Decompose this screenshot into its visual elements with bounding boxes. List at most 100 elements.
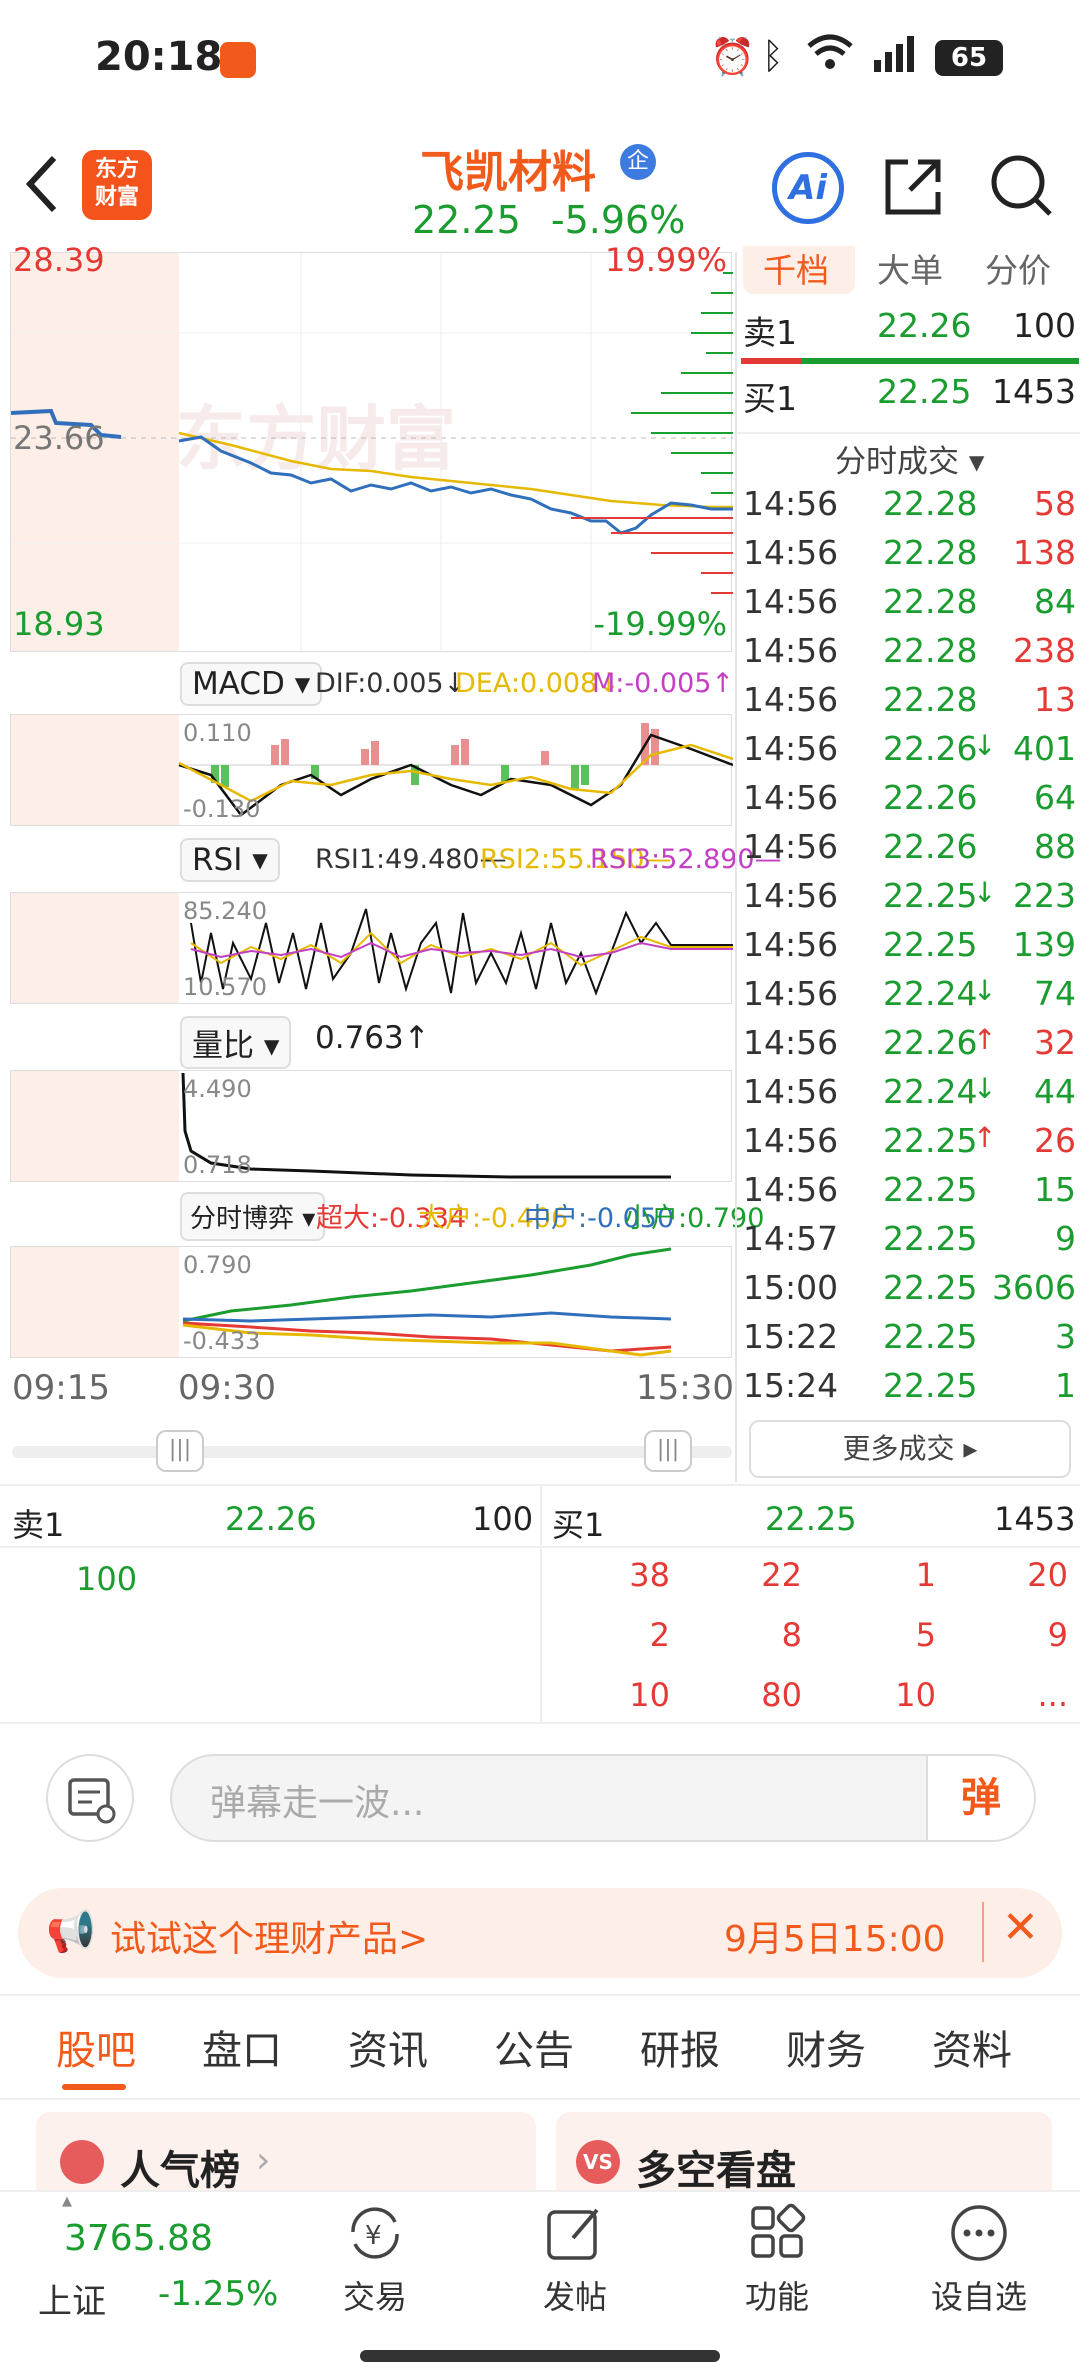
trade-price: 22.28 — [883, 533, 978, 572]
trade-time: 14:56 — [743, 876, 839, 915]
nav-function-label: 功能 — [744, 2278, 809, 2316]
trade-qty: 238 — [1013, 631, 1076, 670]
nav-function[interactable]: 功能 — [712, 2202, 842, 2318]
danmu-input[interactable]: 弹幕走一波... 弹 — [170, 1754, 1036, 1842]
macd-bottom-tick: -0.130 — [183, 795, 261, 823]
tab-2[interactable]: 资讯 — [348, 2018, 428, 2076]
index-change[interactable]: -1.25% — [158, 2274, 278, 2314]
rsi-selector-label: RSI — [192, 842, 243, 878]
trade-price: 22.28 — [883, 631, 978, 670]
long-short-title: 多空看盘 — [636, 2148, 796, 2194]
tab-fenjia[interactable]: 分价 — [985, 244, 1051, 292]
ob-buy-detail-cell: 9 — [1047, 1616, 1068, 1654]
game-top-tick: 0.790 — [183, 1251, 252, 1279]
ob-buy-price: 22.25 — [765, 1500, 857, 1538]
share-icon[interactable] — [880, 154, 946, 224]
logo-top-text: 东方 — [94, 157, 139, 182]
order-ratio-bar — [741, 358, 1079, 364]
price-chart-panel[interactable]: 东方财富 28.39 23.66 18.93 19.99% -19.99% — [10, 241, 733, 653]
tab-qiandang[interactable]: 千档 — [763, 244, 829, 292]
trade-price: 22.26 — [883, 778, 978, 817]
tab-0[interactable]: 股吧 — [56, 2018, 136, 2076]
ob-buy-detail-cell: 2 — [649, 1616, 670, 1654]
rsi-selector[interactable]: RSI ▾ — [180, 838, 280, 882]
trade-time: 14:56 — [743, 1170, 839, 1209]
tab-4[interactable]: 研报 — [640, 2018, 720, 2076]
ai-icon[interactable]: Ai — [772, 152, 844, 224]
long-short-card[interactable]: VS 多空看盘 — [556, 2112, 1052, 2202]
close-icon[interactable]: ✕ — [1002, 1902, 1039, 1953]
danmu-settings-button[interactable] — [46, 1754, 134, 1842]
back-button[interactable] — [22, 154, 62, 218]
danmu-send-button[interactable]: 弹 — [926, 1756, 1034, 1840]
tab-3[interactable]: 公告 — [494, 2018, 574, 2076]
promo-banner[interactable]: 📢 试试这个理财产品> 9月5日15:00 ✕ — [18, 1888, 1062, 1978]
trade-qty: 1 — [1055, 1366, 1076, 1405]
trade-time: 15:00 — [743, 1268, 839, 1307]
nav-post[interactable]: 发帖 — [510, 2202, 640, 2318]
trade-row: 14:56 22.28 58 — [737, 484, 1080, 533]
right-sell1-price: 22.26 — [877, 306, 972, 345]
trade-direction-icon: ↓ — [973, 1072, 997, 1105]
ob-buy-detail-cell: 10 — [895, 1676, 936, 1714]
trade-row: 15:22 22.25 3 — [737, 1317, 1080, 1366]
macd-selector[interactable]: MACD ▾ — [180, 662, 323, 706]
index-name[interactable]: 上证 — [38, 2274, 106, 2323]
tab-5[interactable]: 财务 — [786, 2018, 866, 2076]
trade-row: 14:56 22.28 13 — [737, 680, 1080, 729]
pct-high-label: 19.99% — [604, 241, 727, 279]
trade-row: 14:57 22.25 9 — [737, 1219, 1080, 1268]
range-slider-right-handle[interactable]: ||| — [644, 1430, 692, 1472]
trade-row: 14:56 22.24 ↓ 74 — [737, 974, 1080, 1023]
search-icon[interactable] — [988, 152, 1054, 222]
nav-watchlist[interactable]: 设自选 — [914, 2202, 1044, 2318]
trades-title[interactable]: 分时成交 ▾ — [835, 436, 984, 481]
trade-direction-icon: ↓ — [973, 974, 997, 1007]
macd-dif: DIF:0.005↓ — [315, 668, 467, 699]
trade-qty: 401 — [1013, 729, 1076, 768]
tab-1[interactable]: 盘口 — [202, 2018, 282, 2076]
more-trades-button[interactable]: 更多成交 ▸ — [749, 1420, 1071, 1478]
trade-time: 14:56 — [743, 1023, 839, 1062]
rsi-top-tick: 85.240 — [183, 897, 267, 925]
popularity-card[interactable]: 人气榜 › — [36, 2112, 536, 2202]
promo-text: 试试这个理财产品> — [110, 1919, 429, 1960]
range-slider-left-handle[interactable]: ||| — [156, 1430, 204, 1472]
trade-qty: 9 — [1055, 1219, 1076, 1258]
trade-qty: 3606 — [992, 1268, 1076, 1307]
tabs-bottom-divider — [0, 2098, 1080, 2100]
right-buy1-row: 买1 22.25 1453 — [737, 372, 1080, 421]
trade-row: 14:56 22.26 64 — [737, 778, 1080, 827]
trade-qty: 139 — [1013, 925, 1076, 964]
wifi-icon — [805, 32, 855, 72]
popularity-title: 人气榜 — [120, 2148, 240, 2194]
nav-trade[interactable]: ¥ 交易 — [310, 2202, 440, 2318]
right-sell1-label: 卖1 — [743, 313, 797, 352]
ob-buy-detail-cell: 80 — [761, 1676, 802, 1714]
trade-price: 22.28 — [883, 680, 978, 719]
ob-buy-label: 买1 — [552, 1506, 605, 1544]
chart-area[interactable]: 东方财富 28.39 23.66 18.93 19.99% -19.99% MA… — [0, 241, 782, 1482]
svg-text:¥: ¥ — [365, 2221, 382, 2251]
index-value[interactable]: 3765.88 — [64, 2218, 213, 2259]
trade-qty: 32 — [1034, 1023, 1076, 1062]
volume-ratio-selector[interactable]: 量比 ▾ — [180, 1016, 292, 1069]
rsi-panel: 85.240 10.570 — [10, 892, 733, 1004]
trade-price: 22.25 — [883, 1121, 978, 1160]
index-caret-icon: ▲ — [62, 2194, 72, 2209]
trade-row: 14:56 22.26 88 — [737, 827, 1080, 876]
trade-time: 14:56 — [743, 582, 839, 621]
trade-qty: 13 — [1034, 680, 1076, 719]
trade-price: 22.25 — [883, 1170, 978, 1209]
promo-time: 9月5日15:00 — [724, 1919, 946, 1960]
stock-header: 东方 财富 飞凯材料 企 22.25 -5.96% Ai — [0, 120, 1080, 250]
intraday-game-selector[interactable]: 分时博弈 ▾ — [180, 1192, 326, 1241]
range-slider-track[interactable] — [12, 1446, 732, 1458]
danmu-settings-icon — [68, 1778, 116, 1824]
trade-price: 22.26 — [883, 729, 978, 768]
chevron-right-icon: › — [256, 2140, 271, 2181]
tab-6[interactable]: 资料 — [932, 2018, 1012, 2076]
tab-dadan[interactable]: 大单 — [877, 244, 943, 292]
ob-row-divider — [0, 1546, 1080, 1548]
volume-ratio-svg — [181, 1072, 671, 1179]
